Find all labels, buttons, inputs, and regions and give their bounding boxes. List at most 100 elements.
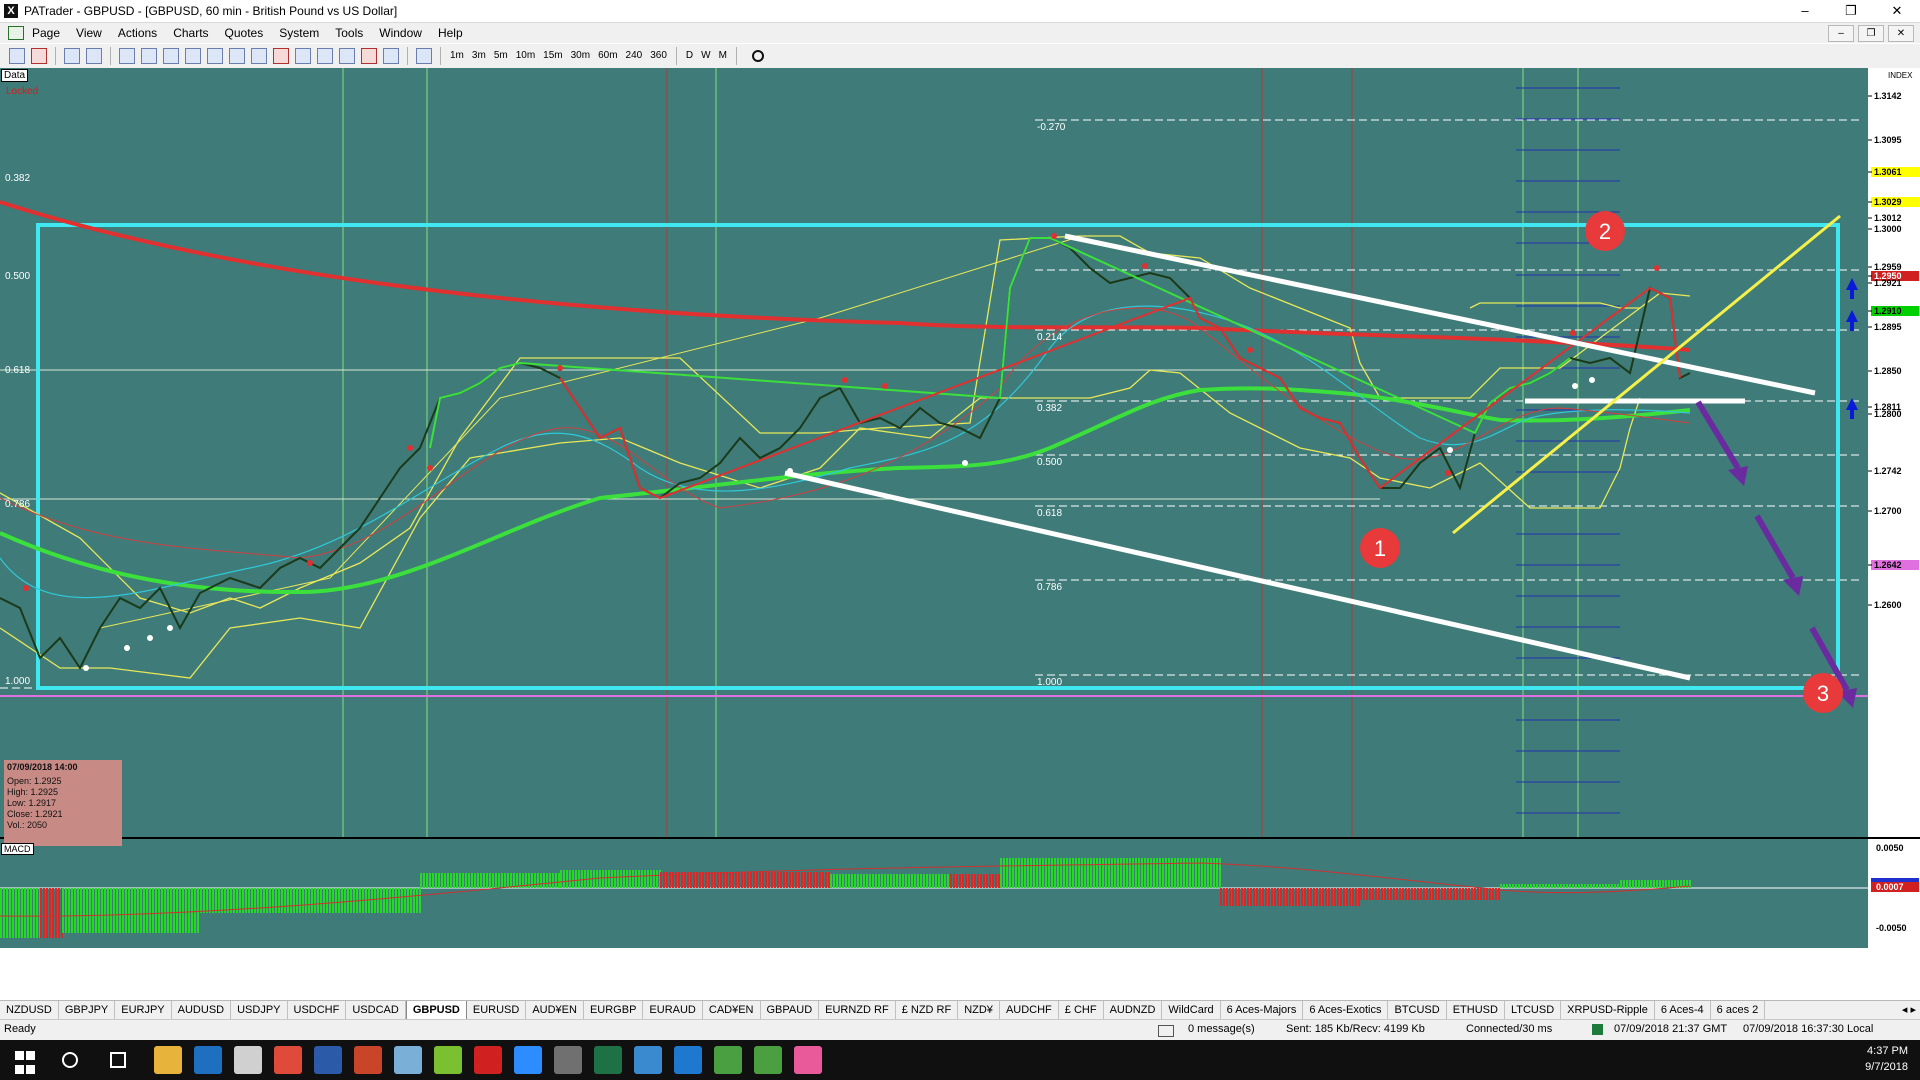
tab-ltcusd[interactable]: LTCUSD xyxy=(1505,1001,1562,1019)
menu-system[interactable]: System xyxy=(271,23,327,43)
tab-audusd[interactable]: AUDUSD xyxy=(172,1001,232,1019)
tab-wildcard[interactable]: WildCard xyxy=(1162,1001,1221,1019)
tab-btcusd[interactable]: BTCUSD xyxy=(1388,1001,1447,1019)
window-close-button[interactable]: ✕ xyxy=(1874,0,1920,22)
notes-icon[interactable] xyxy=(394,1046,422,1074)
tab-6-aces-2[interactable]: 6 aces 2 xyxy=(1711,1001,1766,1019)
tab-scroll-arrows[interactable]: ◂ ▸ xyxy=(1902,1001,1916,1019)
menu-actions[interactable]: Actions xyxy=(110,23,165,43)
menu-help[interactable]: Help xyxy=(430,23,471,43)
excel-icon[interactable] xyxy=(594,1046,622,1074)
word-icon[interactable] xyxy=(314,1046,342,1074)
gann-icon[interactable] xyxy=(295,48,311,64)
search-icon[interactable] xyxy=(62,1052,78,1068)
system-clock[interactable]: 4:37 PM 9/7/2018 xyxy=(1865,1043,1908,1075)
tab-xrpusd-ripple[interactable]: XRPUSD-Ripple xyxy=(1561,1001,1655,1019)
indicator-icon[interactable] xyxy=(64,48,80,64)
menu-charts[interactable]: Charts xyxy=(165,23,216,43)
ig-trading-icon[interactable] xyxy=(474,1046,502,1074)
tab--nzd-rf[interactable]: £ NZD RF xyxy=(896,1001,959,1019)
menu-tools[interactable]: Tools xyxy=(327,23,371,43)
file-explorer-icon[interactable] xyxy=(154,1046,182,1074)
rectangle-icon[interactable] xyxy=(361,48,377,64)
period-weekly[interactable]: W xyxy=(697,44,714,68)
tab-aud-en[interactable]: AUD¥EN xyxy=(526,1001,584,1019)
price-chart-svg[interactable]: 0.382 0.500 0.618 0.786 1.000 -0.270 0.2… xyxy=(0,68,1920,948)
mdi-close-button[interactable]: ✕ xyxy=(1888,25,1914,42)
timeframe-30m[interactable]: 30m xyxy=(567,44,594,68)
mdi-restore-button[interactable]: ❐ xyxy=(1858,25,1884,42)
edge-icon[interactable] xyxy=(674,1046,702,1074)
tab-6-aces-4[interactable]: 6 Aces-4 xyxy=(1655,1001,1711,1019)
timeframe-10m[interactable]: 10m xyxy=(512,44,539,68)
tab--chf[interactable]: £ CHF xyxy=(1059,1001,1104,1019)
tab-gbpusd[interactable]: GBPUSD xyxy=(405,1001,467,1019)
windows-start-icon[interactable] xyxy=(14,1050,36,1075)
draw-tools-icon[interactable] xyxy=(416,48,432,64)
tab-cad-en[interactable]: CAD¥EN xyxy=(703,1001,761,1019)
fibonacci-fan-icon[interactable] xyxy=(229,48,245,64)
menu-quotes[interactable]: Quotes xyxy=(217,23,272,43)
timeframe-5m[interactable]: 5m xyxy=(490,44,512,68)
tab-eurusd[interactable]: EURUSD xyxy=(467,1001,527,1019)
fibonacci-retracement-icon[interactable] xyxy=(207,48,223,64)
tab-usdchf[interactable]: USDCHF xyxy=(288,1001,347,1019)
period-daily[interactable]: D xyxy=(682,44,697,68)
channel-icon[interactable] xyxy=(273,48,289,64)
tab-ethusd[interactable]: ETHUSD xyxy=(1447,1001,1505,1019)
crosshair-icon[interactable] xyxy=(86,48,102,64)
tab-nzdusd[interactable]: NZDUSD xyxy=(0,1001,59,1019)
chart-delete-icon[interactable] xyxy=(31,48,47,64)
chart-new-icon[interactable] xyxy=(9,48,25,64)
tab-audchf[interactable]: AUDCHF xyxy=(1000,1001,1059,1019)
text-icon[interactable] xyxy=(383,48,399,64)
price-axis[interactable] xyxy=(1868,68,1920,838)
tab-euraud[interactable]: EURAUD xyxy=(643,1001,703,1019)
calculator-icon[interactable] xyxy=(554,1046,582,1074)
camtasia-recorder-icon[interactable] xyxy=(754,1046,782,1074)
tab-6-aces-majors[interactable]: 6 Aces-Majors xyxy=(1221,1001,1304,1019)
time-zones-icon[interactable] xyxy=(317,48,333,64)
tab-eurjpy[interactable]: EURJPY xyxy=(115,1001,172,1019)
chrome-icon[interactable] xyxy=(274,1046,302,1074)
clock-icon[interactable] xyxy=(751,50,764,62)
tab-eurnzd-rf[interactable]: EURNZD RF xyxy=(819,1001,896,1019)
ninjatrader-icon[interactable] xyxy=(434,1046,462,1074)
menu-view[interactable]: View xyxy=(68,23,110,43)
timeframe-15m[interactable]: 15m xyxy=(539,44,566,68)
timeframe-3m[interactable]: 3m xyxy=(468,44,490,68)
horizontal-line-icon[interactable] xyxy=(141,48,157,64)
pointer-icon[interactable] xyxy=(119,48,135,64)
itunes-icon[interactable] xyxy=(794,1046,822,1074)
outlook-icon[interactable] xyxy=(194,1046,222,1074)
fibonacci-extension-icon[interactable] xyxy=(251,48,267,64)
tab-usdjpy[interactable]: USDJPY xyxy=(231,1001,288,1019)
period-monthly[interactable]: M xyxy=(715,44,731,68)
task-view-icon[interactable] xyxy=(110,1052,126,1068)
mdi-minimize-button[interactable]: – xyxy=(1828,25,1854,42)
tab-usdcad[interactable]: USDCAD xyxy=(346,1001,406,1019)
tab-gbpaud[interactable]: GBPAUD xyxy=(761,1001,820,1019)
window-maximize-button[interactable]: ❐ xyxy=(1828,0,1874,22)
photos-icon[interactable] xyxy=(634,1046,662,1074)
window-minimize-button[interactable]: – xyxy=(1782,0,1828,22)
tab-eurgbp[interactable]: EURGBP xyxy=(584,1001,644,1019)
timeframe-60m[interactable]: 60m xyxy=(594,44,621,68)
zoom-icon[interactable] xyxy=(514,1046,542,1074)
tab-6-aces-exotics[interactable]: 6 Aces-Exotics xyxy=(1303,1001,1389,1019)
camtasia-icon[interactable] xyxy=(714,1046,742,1074)
powerpoint-icon[interactable] xyxy=(354,1046,382,1074)
menu-window[interactable]: Window xyxy=(371,23,430,43)
tab-gbpjpy[interactable]: GBPJPY xyxy=(59,1001,116,1019)
patrader-icon[interactable] xyxy=(234,1046,262,1074)
chart-area[interactable]: 0.382 0.500 0.618 0.786 1.000 -0.270 0.2… xyxy=(0,68,1920,948)
triangle-icon[interactable] xyxy=(339,48,355,64)
menu-page[interactable]: Page xyxy=(24,23,68,43)
timeframe-1m[interactable]: 1m xyxy=(446,44,468,68)
vertical-line-icon[interactable] xyxy=(163,48,179,64)
trend-line-icon[interactable] xyxy=(185,48,201,64)
tab-audnzd[interactable]: AUDNZD xyxy=(1104,1001,1163,1019)
timeframe-360[interactable]: 360 xyxy=(646,44,671,68)
timeframe-240[interactable]: 240 xyxy=(622,44,647,68)
tab-nzd-[interactable]: NZD¥ xyxy=(958,1001,1000,1019)
